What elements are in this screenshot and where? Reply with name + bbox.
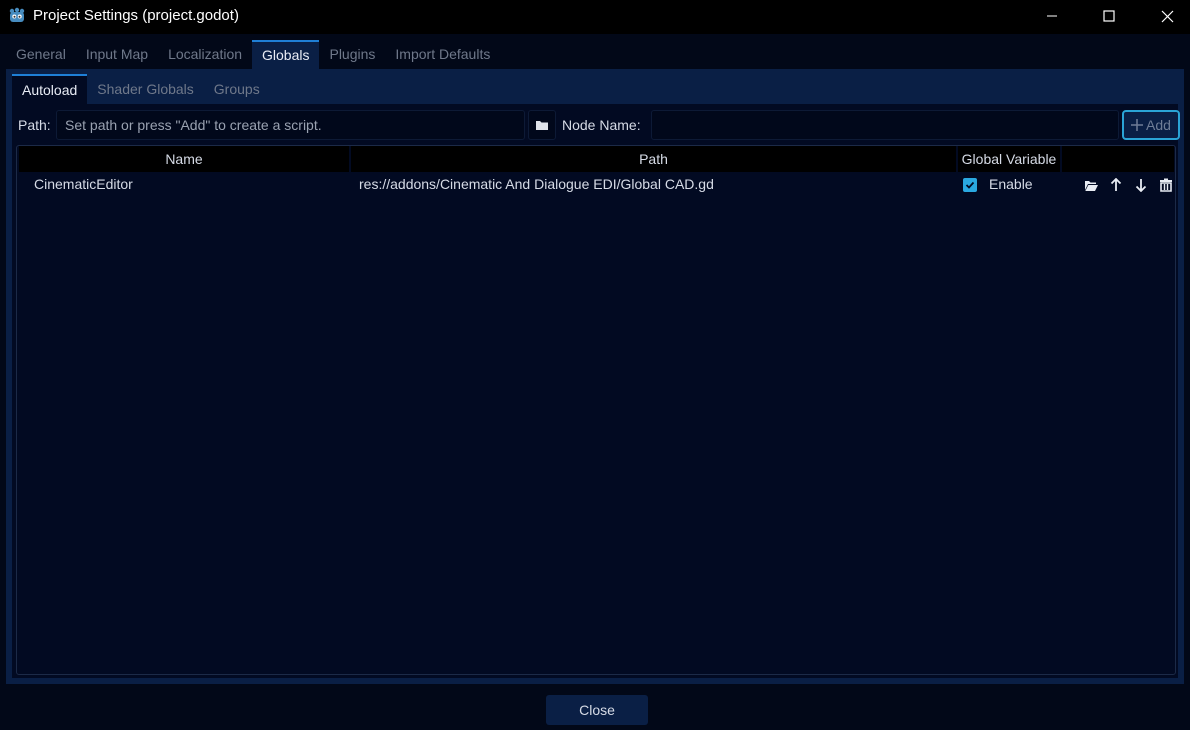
minimize-icon <box>1047 15 1057 17</box>
close-icon <box>1161 10 1173 22</box>
column-header-global-variable[interactable]: Global Variable <box>958 146 1060 172</box>
maximize-button[interactable] <box>1080 0 1138 32</box>
column-header-path[interactable]: Path <box>351 146 956 172</box>
close-window-button[interactable] <box>1138 0 1190 32</box>
tab-plugins[interactable]: Plugins <box>319 40 385 69</box>
tab-groups[interactable]: Groups <box>204 74 270 104</box>
globals-panel: Autoload Shader Globals Groups Path: Nod… <box>6 69 1184 684</box>
tab-localization[interactable]: Localization <box>158 40 252 69</box>
godot-icon <box>8 7 26 25</box>
folder-open-icon <box>1084 180 1098 191</box>
global-variable-checkbox[interactable] <box>963 178 977 192</box>
tab-general[interactable]: General <box>6 40 76 69</box>
title-bar: Project Settings (project.godot) <box>0 0 1190 34</box>
column-header-actions <box>1062 146 1174 172</box>
table-header: Name Path Global Variable <box>17 146 1175 172</box>
maximize-icon <box>1103 10 1115 22</box>
close-button[interactable]: Close <box>546 695 648 725</box>
arrow-up-icon <box>1110 178 1122 191</box>
autoload-name[interactable]: CinematicEditor <box>34 172 133 198</box>
arrow-down-icon <box>1135 179 1147 192</box>
add-button-label: Add <box>1146 117 1171 133</box>
add-autoload-button[interactable]: Add <box>1122 110 1180 140</box>
autoload-panel: Path: Node Name: Add Name Path Global Va… <box>12 104 1180 678</box>
enable-label[interactable]: Enable <box>989 172 1033 198</box>
folder-icon <box>536 121 548 130</box>
open-script-button[interactable] <box>1083 177 1099 193</box>
check-icon <box>965 181 975 189</box>
remove-autoload-button[interactable] <box>1158 177 1174 193</box>
column-header-name[interactable]: Name <box>19 146 349 172</box>
browse-path-button[interactable] <box>528 110 556 140</box>
path-input[interactable] <box>56 110 525 140</box>
table-row[interactable]: CinematicEditor res://addons/Cinematic A… <box>17 172 1175 198</box>
main-tab-bar: General Input Map Localization Globals P… <box>6 40 500 69</box>
tab-autoload[interactable]: Autoload <box>12 74 88 104</box>
project-settings-panel: General Input Map Localization Globals P… <box>6 40 1184 684</box>
tab-import-defaults[interactable]: Import Defaults <box>385 40 500 69</box>
window-title: Project Settings (project.godot) <box>33 7 239 24</box>
tab-globals[interactable]: Globals <box>252 40 320 69</box>
node-name-input[interactable] <box>651 110 1119 140</box>
autoload-path[interactable]: res://addons/Cinematic And Dialogue EDI/… <box>359 172 714 198</box>
path-label: Path: <box>18 117 51 133</box>
move-up-button[interactable] <box>1108 177 1124 193</box>
sub-tab-bar: Autoload Shader Globals Groups <box>12 74 270 104</box>
trash-icon <box>1160 178 1172 192</box>
autoload-table: Name Path Global Variable CinematicEdito… <box>16 145 1176 675</box>
tab-input-map[interactable]: Input Map <box>76 40 158 69</box>
plus-icon <box>1131 119 1144 131</box>
minimize-button[interactable] <box>1023 0 1081 32</box>
tab-shader-globals[interactable]: Shader Globals <box>87 74 204 104</box>
move-down-button[interactable] <box>1133 177 1149 193</box>
node-name-label: Node Name: <box>562 117 641 133</box>
